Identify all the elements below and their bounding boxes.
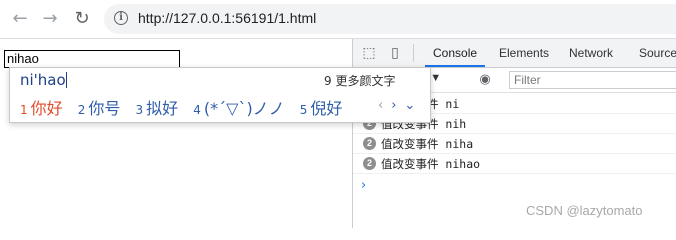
chevron-left-icon[interactable]: ‹ xyxy=(378,98,383,113)
ime-composition-text: ni'hao xyxy=(20,71,66,89)
tab-network[interactable]: Network xyxy=(569,39,613,67)
ime-candidate[interactable]: 4 (*´▽`)ノノ xyxy=(193,95,284,119)
tab-console[interactable]: Console xyxy=(425,39,486,67)
candidate-text: 你号 xyxy=(88,99,121,118)
chevron-right-icon[interactable]: › xyxy=(391,98,396,113)
more-emoticons-option[interactable]: 9 更多颜文字 xyxy=(324,72,395,89)
candidate-text: 倪好 xyxy=(310,99,343,118)
repeat-count-badge: 2 xyxy=(363,157,376,170)
reload-icon: ↻ xyxy=(74,8,90,29)
candidate-text: (*´▽`)ノノ xyxy=(203,99,285,118)
tab-elements[interactable]: Elements xyxy=(499,39,549,67)
text-caret xyxy=(65,72,67,88)
candidate-number: 1 xyxy=(20,103,28,117)
device-toggle-icon[interactable]: ▯ xyxy=(387,45,403,61)
ime-candidate[interactable]: 2 你号 xyxy=(78,95,121,119)
arrow-left-icon: ← xyxy=(12,8,28,29)
candidate-number: 4 xyxy=(193,103,201,117)
ime-candidate[interactable]: 3 拟好 xyxy=(136,95,179,119)
info-icon[interactable]: i xyxy=(114,11,128,25)
toolbar-divider xyxy=(413,44,414,62)
ime-candidate-window: ni'hao 9 更多颜文字 1 你好 2 你号 3 拟好 4 (*´▽`)ノノ 5 倪好… xyxy=(9,67,431,123)
ime-composition: ni'hao xyxy=(20,71,67,89)
ime-candidate[interactable]: 1 你好 xyxy=(20,95,63,119)
candidate-text: 拟好 xyxy=(146,99,179,118)
browser-toolbar: ← → ↻ i http://127.0.0.1:56191/1.html xyxy=(0,0,676,39)
console-log-row: 2 值改变事件 niha xyxy=(353,134,676,154)
text-input[interactable]: nihao xyxy=(4,50,180,68)
eye-icon[interactable]: ◉ xyxy=(477,72,493,88)
ime-page-controls: ‹ › ⌄ xyxy=(378,98,423,113)
inspect-element-icon[interactable]: ⬚ xyxy=(361,45,377,61)
forward-button[interactable]: → xyxy=(40,9,60,29)
ime-candidate[interactable]: 5 倪好 xyxy=(300,95,343,119)
console-message: 值改变事件 niha xyxy=(381,137,474,151)
devtools-tab-bar: ⬚ ▯ Console Elements Network Sources xyxy=(353,39,676,68)
candidate-number: 3 xyxy=(135,103,144,117)
candidate-number: 2 xyxy=(77,103,86,117)
url-text: http://127.0.0.1:56191/1.html xyxy=(138,10,316,26)
console-prompt[interactable]: › xyxy=(361,178,366,193)
back-button[interactable]: ← xyxy=(10,9,30,29)
ime-candidate-list: 1 你好 2 你号 3 拟好 4 (*´▽`)ノノ 5 倪好 xyxy=(20,95,352,119)
url-host: http://127.0.0.1 xyxy=(138,10,232,26)
candidate-text: 你好 xyxy=(30,99,63,118)
watermark: CSDN @lazytomato xyxy=(526,203,643,218)
reload-button[interactable]: ↻ xyxy=(72,9,92,29)
console-message: 值改变事件 nihao xyxy=(381,157,481,171)
chevron-down-icon[interactable]: ⌄ xyxy=(404,98,415,113)
console-log-row: 2 值改变事件 nihao xyxy=(353,154,676,174)
address-bar[interactable]: i http://127.0.0.1:56191/1.html xyxy=(104,4,676,34)
filter-input[interactable]: Filter xyxy=(509,71,676,89)
tab-sources[interactable]: Sources xyxy=(639,39,676,67)
arrow-right-icon: → xyxy=(42,8,58,29)
candidate-number: 5 xyxy=(299,103,308,117)
repeat-count-badge: 2 xyxy=(363,137,376,150)
url-path: :56191/1.html xyxy=(231,10,317,26)
